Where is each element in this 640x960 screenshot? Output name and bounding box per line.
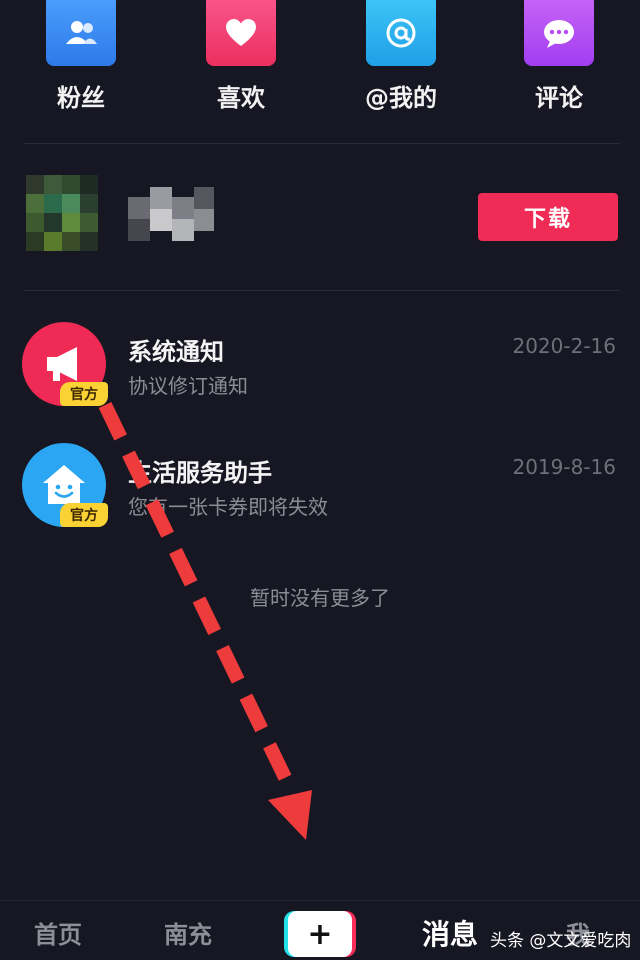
tab-city[interactable]: 南充 xyxy=(164,915,212,950)
divider xyxy=(24,143,620,144)
quick-entry-mentions[interactable]: @我的 xyxy=(346,0,456,120)
quick-entry-label: 粉丝 xyxy=(57,84,105,112)
heart-icon xyxy=(206,0,276,66)
quick-entry-row: 粉丝 喜欢 @我的 评论 xyxy=(0,0,640,140)
message-title: 系统通知 xyxy=(128,338,224,366)
quick-entry-likes[interactable]: 喜欢 xyxy=(186,0,296,120)
create-button[interactable]: + xyxy=(284,911,356,957)
official-badge: 官方 xyxy=(60,503,108,527)
tab-home[interactable]: 首页 xyxy=(34,915,82,950)
download-button[interactable]: 下载 xyxy=(478,193,618,241)
comment-icon xyxy=(524,0,594,66)
message-date: 2020-2-16 xyxy=(512,334,616,358)
quick-entry-label: 喜欢 xyxy=(217,84,265,112)
quick-entry-label: @我的 xyxy=(365,84,437,112)
list-item-system-notice[interactable]: 官方 系统通知 协议修订通知 2020-2-16 xyxy=(0,322,640,432)
divider xyxy=(24,290,620,291)
quick-entry-fans[interactable]: 粉丝 xyxy=(26,0,136,120)
message-preview: 您有一张卡券即将失效 xyxy=(128,495,328,519)
ad-name-blurred xyxy=(128,187,214,251)
plus-icon: + xyxy=(288,911,352,957)
watermark: 头条 @文文爱吃肉 xyxy=(490,931,632,951)
message-preview: 协议修订通知 xyxy=(128,374,248,398)
quick-entry-label: 评论 xyxy=(535,84,583,112)
ad-avatar xyxy=(26,175,98,251)
at-icon xyxy=(366,0,436,66)
message-title: 生活服务助手 xyxy=(128,459,272,487)
list-end-text: 暂时没有更多了 xyxy=(250,586,390,610)
message-date: 2019-8-16 xyxy=(512,455,616,479)
quick-entry-comments[interactable]: 评论 xyxy=(504,0,614,120)
tab-messages[interactable]: 消息 xyxy=(422,913,478,953)
official-badge: 官方 xyxy=(60,382,108,406)
messages-screen: 粉丝 喜欢 @我的 评论 下载 官方 系统通知 协议修订通知 2020-2-16… xyxy=(0,0,640,960)
ad-row[interactable]: 下载 xyxy=(0,145,640,290)
list-item-life-service[interactable]: 官方 生活服务助手 您有一张卡券即将失效 2019-8-16 xyxy=(0,443,640,553)
fans-icon xyxy=(46,0,116,66)
